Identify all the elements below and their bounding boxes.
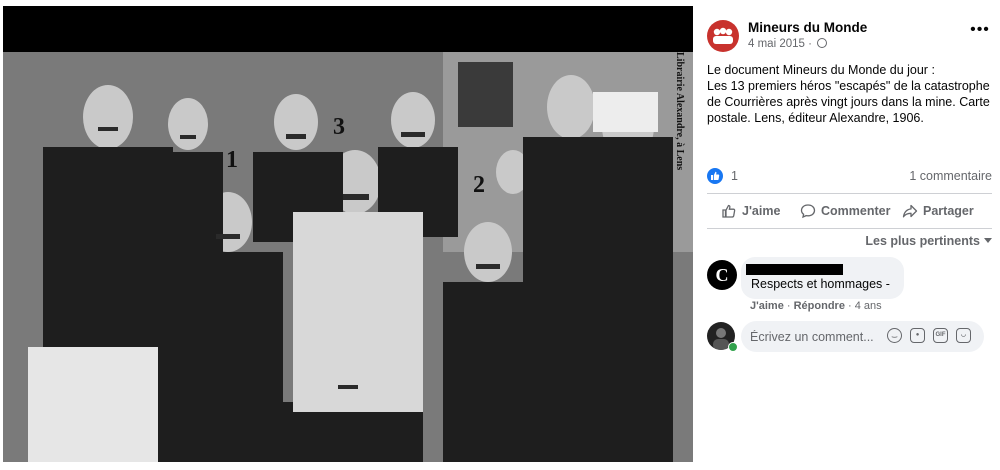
like-button[interactable]: J'aime: [721, 200, 780, 222]
comment-text: Respects et hommages -: [751, 277, 890, 291]
comment-input-tools: ‿ ● GIF ◡: [887, 328, 971, 344]
comment-bubble-icon: [800, 204, 816, 219]
comment-reply-link[interactable]: Répondre: [794, 300, 845, 312]
emoji-icon[interactable]: ‿: [887, 328, 902, 343]
comment-like-link[interactable]: J'aime: [750, 300, 784, 312]
like-count: 1: [731, 169, 738, 183]
share-arrow-icon: [902, 204, 918, 218]
post-text: Le document Mineurs du Monde du jour : L…: [707, 63, 990, 125]
share-button-label: Partager: [923, 204, 974, 218]
photo-number-1: 1: [226, 147, 238, 173]
more-options-icon[interactable]: •••: [968, 22, 992, 40]
post-actions: J'aime Commenter Partager: [707, 200, 992, 222]
caret-down-icon: [984, 238, 992, 243]
post-header: Mineurs du Monde 4 mai 2015 · •••: [707, 20, 992, 60]
photo-spine-caption: Librairie Alexandre, à Lens: [674, 52, 685, 170]
comment-button-label: Commenter: [821, 204, 891, 218]
post-date[interactable]: 4 mai 2015: [748, 38, 805, 50]
reactions-summary[interactable]: 1 1 commentaire: [707, 168, 992, 186]
page-avatar[interactable]: [707, 20, 739, 52]
post-photo[interactable]: 1 2 3 Librairie Alexandre, à Lens: [3, 52, 693, 462]
divider: [707, 228, 992, 229]
commenter-avatar[interactable]: C: [707, 260, 737, 290]
thumbs-up-icon: [722, 204, 736, 218]
miners-logo-icon: [713, 27, 733, 44]
photo-top-band: [3, 6, 693, 52]
post-sidebar: Mineurs du Monde 4 mai 2015 · ••• Le doc…: [697, 0, 1000, 470]
like-reaction-icon: [707, 168, 723, 184]
camera-icon[interactable]: ●: [910, 328, 925, 343]
globe-icon: [817, 38, 828, 48]
group-portrait-illustration: 1 2 3 Librairie Alexandre, à Lens: [3, 52, 693, 462]
comment-sort-label: Les plus pertinents: [865, 234, 980, 248]
page-name[interactable]: Mineurs du Monde: [748, 20, 867, 35]
post-meta: 4 mai 2015 ·: [748, 38, 828, 50]
divider: [707, 193, 992, 194]
comment-age[interactable]: 4 ans: [855, 300, 882, 312]
photo-pane[interactable]: 1 2 3 Librairie Alexandre, à Lens: [0, 0, 695, 470]
comment-bubble: Respects et hommages -: [741, 257, 904, 299]
like-button-label: J'aime: [742, 204, 781, 218]
photo-number-3: 3: [333, 114, 345, 140]
comment-sort-dropdown[interactable]: Les plus pertinents: [865, 234, 992, 248]
photo-number-2: 2: [473, 172, 485, 198]
redacted-commenter-name: [746, 264, 843, 275]
online-status-indicator: [728, 342, 738, 352]
gif-icon[interactable]: GIF: [933, 328, 948, 343]
comment-actions: J'aime · Répondre · 4 ans: [750, 300, 882, 312]
comment-count[interactable]: 1 commentaire: [909, 169, 992, 183]
sticker-icon[interactable]: ◡: [956, 328, 971, 343]
comment-button[interactable]: Commenter: [800, 200, 890, 222]
share-button[interactable]: Partager: [902, 200, 974, 222]
